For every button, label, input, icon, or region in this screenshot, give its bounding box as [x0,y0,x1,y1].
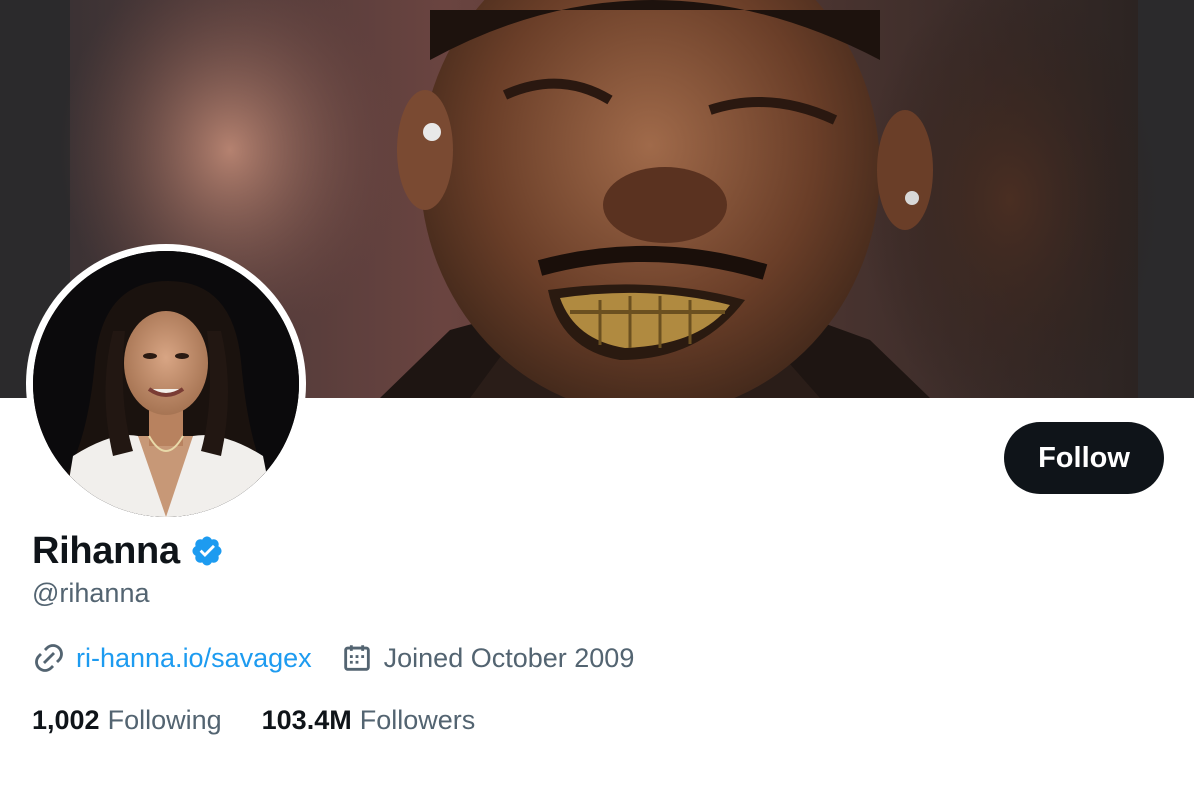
followers-stat[interactable]: 103.4M Followers [262,705,476,736]
verified-badge-icon[interactable] [190,534,224,568]
link-icon [35,644,63,672]
profile-website: ri-hanna.io/savagex [32,641,312,675]
profile-avatar[interactable] [26,244,306,524]
avatar-image [33,251,299,517]
profile-stats-row: 1,002 Following 103.4M Followers [32,700,475,740]
joined-date: Joined October 2009 [383,642,635,673]
following-count: 1,002 [32,704,100,735]
profile-joined: Joined October 2009 [340,641,635,675]
following-stat[interactable]: 1,002 Following [32,705,222,736]
followers-label: Followers [359,704,476,735]
profile-meta-row: ri-hanna.io/savagex Joined October 2009 [32,638,662,678]
profile-page: Follow Rihanna @rihanna ri-hanna.io/sava… [0,0,1194,786]
follow-button[interactable]: Follow [1004,422,1164,494]
display-name: Rihanna [32,529,180,572]
followers-count: 103.4M [261,704,352,735]
profile-handle: @rihanna [32,578,150,608]
following-label: Following [107,704,222,735]
profile-name-row: Rihanna [32,529,224,573]
website-link[interactable]: ri-hanna.io/savagex [76,643,312,674]
calendar-icon [343,645,370,671]
